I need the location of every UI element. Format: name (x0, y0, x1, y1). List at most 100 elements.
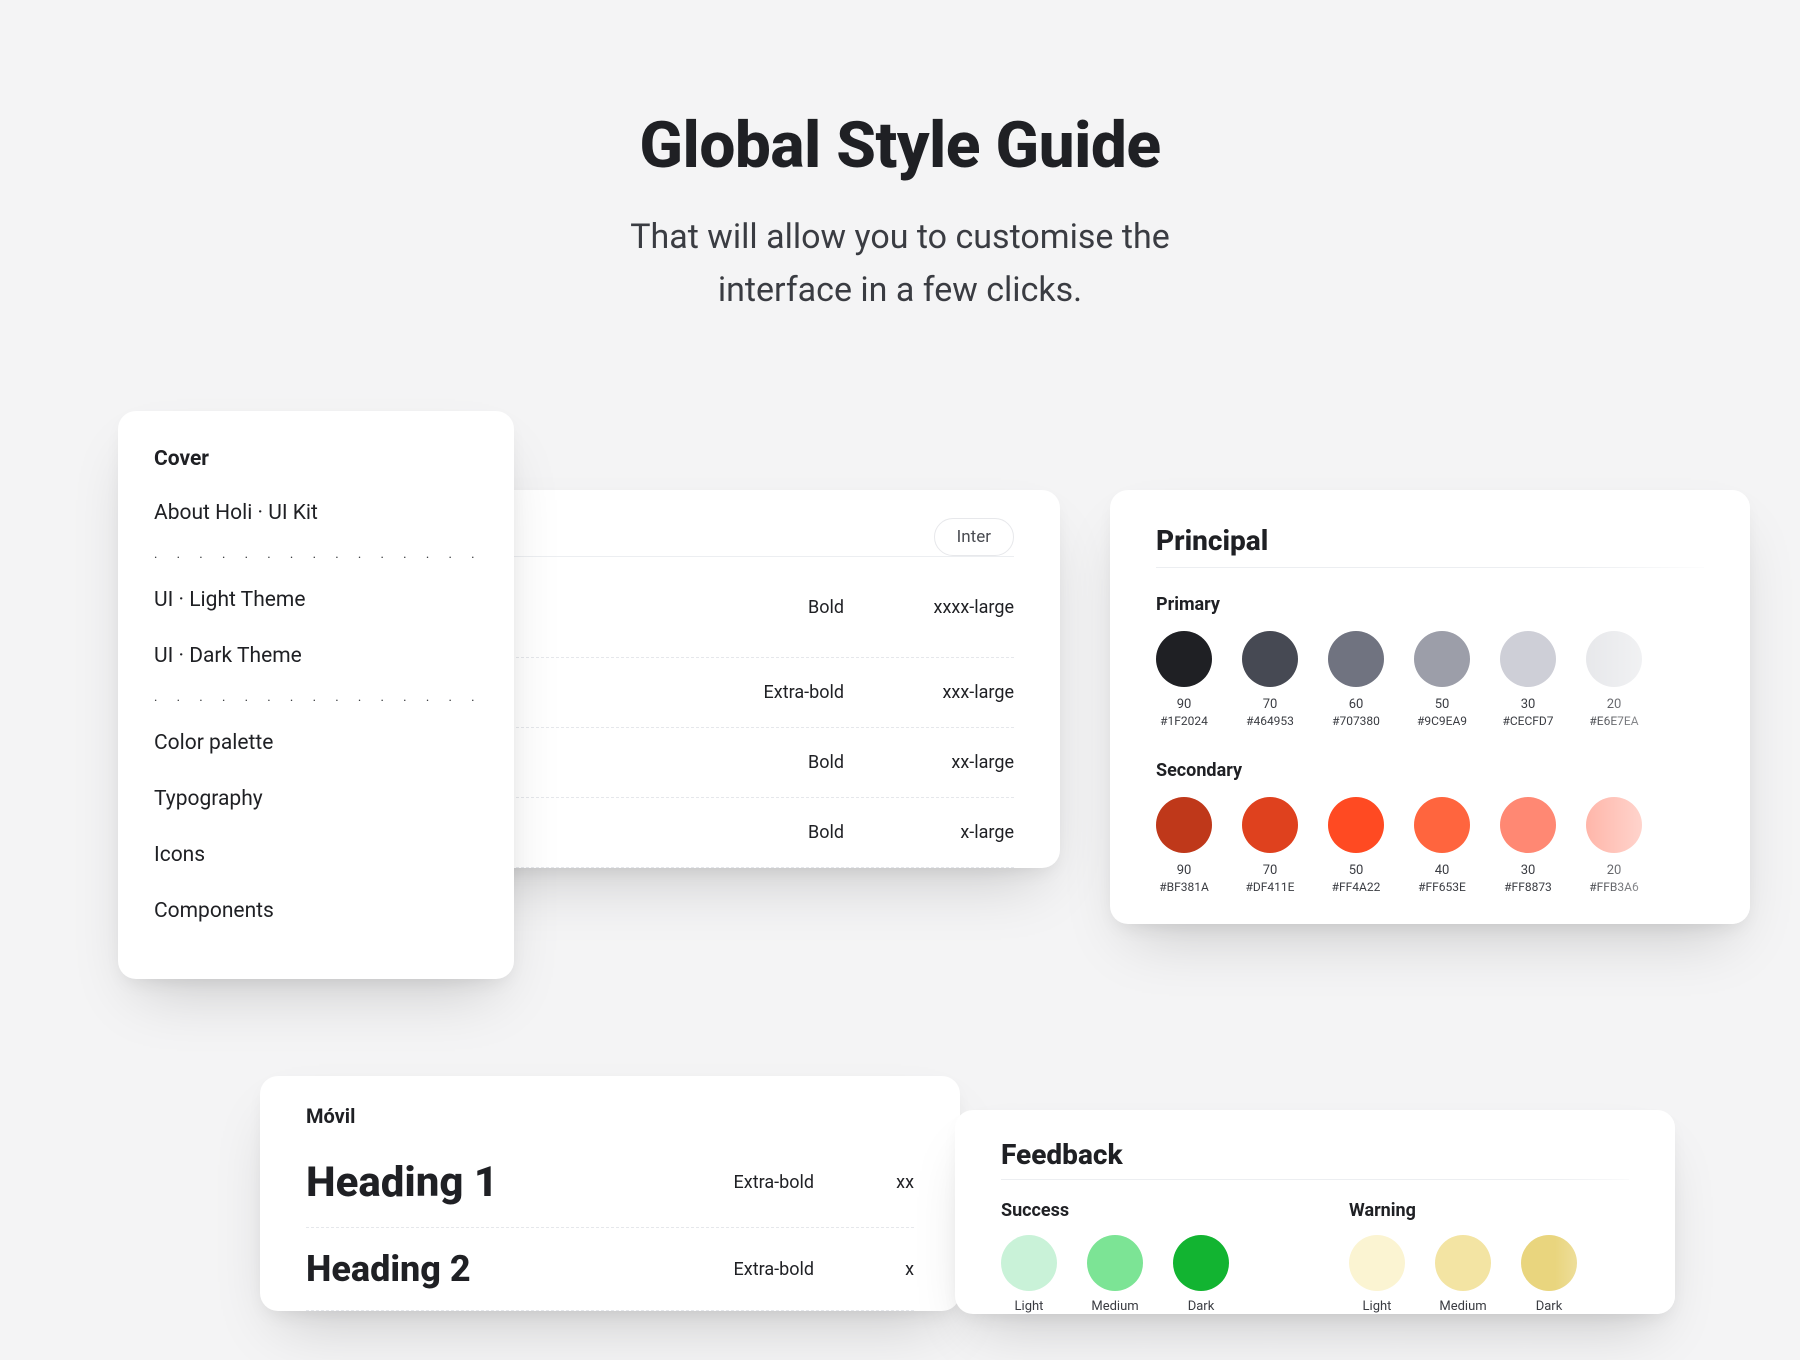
swatch-circle (1586, 797, 1642, 853)
sidebar-toc: Cover About Holi · UI Kit . . . . . . . … (118, 411, 514, 979)
palette-title: Principal (1156, 524, 1704, 557)
type-weight: Bold (674, 752, 844, 773)
swatch-row: 90 #1F2024 70 #464953 60 #707380 50 #9C9… (1156, 631, 1704, 728)
swatch-circle (1500, 797, 1556, 853)
color-swatch[interactable]: Dark (1521, 1235, 1577, 1314)
sidebar-item-typography[interactable]: Typography (154, 771, 478, 827)
swatch-number: 40 (1414, 863, 1470, 878)
type-weight: Extra-bold (654, 1172, 814, 1193)
swatch-number: 90 (1156, 863, 1212, 878)
color-swatch[interactable]: Light (1349, 1235, 1405, 1314)
sidebar-item-color-palette[interactable]: Color palette (154, 715, 478, 771)
type-size: xxxx-large (844, 597, 1014, 618)
color-swatch[interactable]: 40 #FF653E (1414, 797, 1470, 894)
swatch-hex: #FF8873 (1500, 880, 1556, 894)
color-swatch[interactable]: 30 #FF8873 (1500, 797, 1556, 894)
sidebar-item-light-theme[interactable]: UI · Light Theme (154, 572, 478, 628)
swatch-label: Light (1349, 1299, 1405, 1314)
swatch-hex: #707380 (1328, 714, 1384, 728)
sidebar-item-cover[interactable]: Cover (154, 443, 478, 485)
color-swatch[interactable]: 50 #9C9EA9 (1414, 631, 1470, 728)
palette-card: Principal Primary 90 #1F2024 70 #464953 … (1110, 490, 1750, 924)
divider (1156, 567, 1704, 568)
swatch-circle (1156, 797, 1212, 853)
type-weight: Extra-bold (654, 1259, 814, 1280)
swatch-hex: #9C9EA9 (1414, 714, 1470, 728)
swatch-circle (1328, 631, 1384, 687)
color-swatch[interactable]: 20 #FFB3A6 (1586, 797, 1642, 894)
swatch-circle (1586, 631, 1642, 687)
swatch-hex: #FF4A22 (1328, 880, 1384, 894)
color-swatch[interactable]: 70 #464953 (1242, 631, 1298, 728)
color-swatch[interactable]: 90 #1F2024 (1156, 631, 1212, 728)
type-row: Heading 2 Extra-bold x (306, 1228, 914, 1311)
sidebar-divider: . . . . . . . . . . . . . . . . . . . . … (154, 541, 478, 572)
color-swatch[interactable]: Medium (1087, 1235, 1143, 1314)
swatch-hex: #CECFD7 (1500, 714, 1556, 728)
swatch-row: 90 #BF381A 70 #DF411E 50 #FF4A22 40 #FF6… (1156, 797, 1704, 894)
divider (1001, 1179, 1629, 1180)
swatch-hex: #464953 (1242, 714, 1298, 728)
swatch-hex: #FFB3A6 (1586, 880, 1642, 894)
sidebar-divider: . . . . . . . . . . . . . . . . . . . . … (154, 684, 478, 715)
font-pill[interactable]: Inter (934, 518, 1014, 556)
swatch-hex: #BF381A (1156, 880, 1212, 894)
type-size: x (814, 1259, 914, 1280)
type-sample: Heading 1 (306, 1158, 654, 1207)
type-weight: Bold (674, 597, 844, 618)
feedback-group: Warning Light Medium Dark (1349, 1200, 1577, 1314)
swatch-circle (1414, 631, 1470, 687)
swatch-hex: #1F2024 (1156, 714, 1212, 728)
sidebar-item-dark-theme[interactable]: UI · Dark Theme (154, 628, 478, 684)
swatch-circle (1521, 1235, 1577, 1291)
palette-group-name: Secondary (1156, 760, 1704, 781)
swatch-number: 20 (1586, 863, 1642, 878)
color-swatch[interactable]: 90 #BF381A (1156, 797, 1212, 894)
type-size: xxx-large (844, 682, 1014, 703)
feedback-group: Success Light Medium Dark (1001, 1200, 1229, 1314)
sidebar-item-components[interactable]: Components (154, 883, 478, 939)
swatch-label: Light (1001, 1299, 1057, 1314)
swatch-circle (1156, 631, 1212, 687)
swatch-number: 50 (1328, 863, 1384, 878)
swatch-number: 30 (1500, 697, 1556, 712)
swatch-circle (1500, 631, 1556, 687)
color-swatch[interactable]: 30 #CECFD7 (1500, 631, 1556, 728)
swatch-circle (1242, 631, 1298, 687)
feedback-group-name: Warning (1349, 1200, 1577, 1221)
subtitle-line-2: interface in a few clicks. (718, 270, 1082, 310)
swatch-label: Medium (1087, 1299, 1143, 1314)
color-swatch[interactable]: Light (1001, 1235, 1057, 1314)
section-label: Móvil (306, 1104, 914, 1128)
swatch-circle (1414, 797, 1470, 853)
swatch-hex: #FF653E (1414, 880, 1470, 894)
swatch-number: 50 (1414, 697, 1470, 712)
swatch-circle (1242, 797, 1298, 853)
type-row: Heading 1 Extra-bold xx (306, 1138, 914, 1228)
sidebar-item-about[interactable]: About Holi · UI Kit (154, 485, 478, 541)
type-sample: Heading 2 (306, 1248, 654, 1290)
swatch-number: 90 (1156, 697, 1212, 712)
color-swatch[interactable]: 50 #FF4A22 (1328, 797, 1384, 894)
typography-mobile-card: Móvil Heading 1 Extra-bold xx Heading 2 … (260, 1076, 960, 1311)
color-swatch[interactable]: 60 #707380 (1328, 631, 1384, 728)
type-size: x-large (844, 822, 1014, 843)
color-swatch[interactable]: Medium (1435, 1235, 1491, 1314)
color-swatch[interactable]: 70 #DF411E (1242, 797, 1298, 894)
type-weight: Extra-bold (674, 682, 844, 703)
feedback-title: Feedback (1001, 1138, 1629, 1171)
swatch-hex: #E6E7EA (1586, 714, 1642, 728)
color-swatch[interactable]: Dark (1173, 1235, 1229, 1314)
subtitle-line-1: That will allow you to customise the (630, 217, 1170, 257)
swatch-circle (1349, 1235, 1405, 1291)
sidebar-item-icons[interactable]: Icons (154, 827, 478, 883)
swatch-label: Dark (1521, 1299, 1577, 1314)
palette-group-name: Primary (1156, 594, 1704, 615)
swatch-number: 20 (1586, 697, 1642, 712)
type-size: xx (814, 1172, 914, 1193)
swatch-label: Dark (1173, 1299, 1229, 1314)
color-swatch[interactable]: 20 #E6E7EA (1586, 631, 1642, 728)
swatch-number: 70 (1242, 697, 1298, 712)
type-weight: Bold (674, 822, 844, 843)
type-size: xx-large (844, 752, 1014, 773)
